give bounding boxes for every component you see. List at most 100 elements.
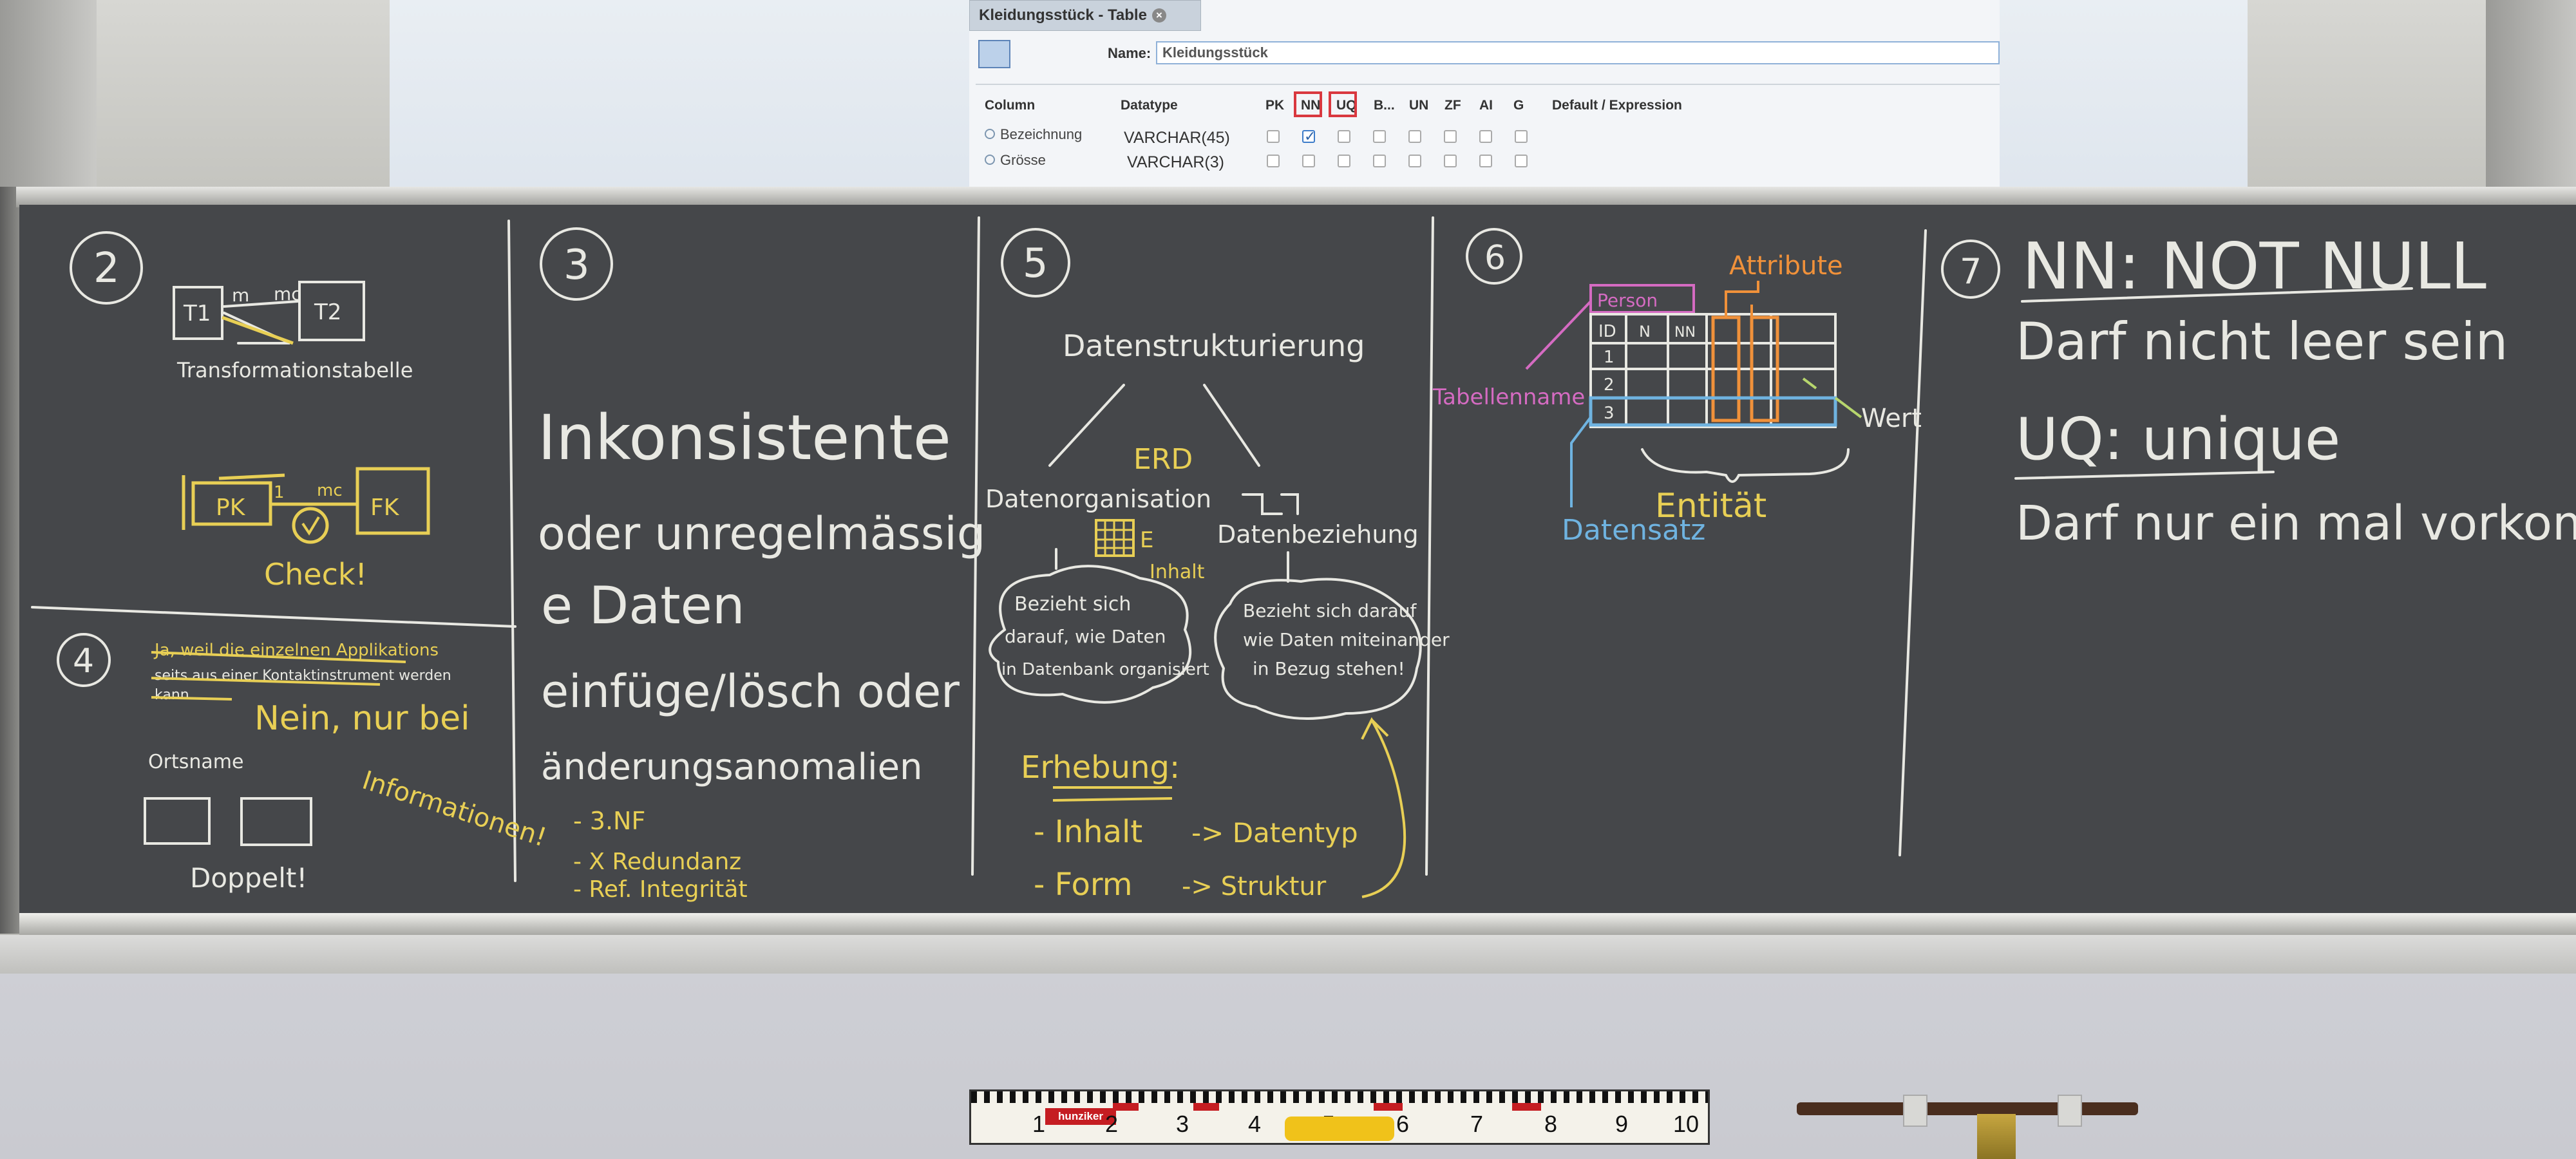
projection-screen: Kleidungsstück - Table × Name: Kleidungs… <box>390 0 2248 187</box>
header-b: B... <box>1374 98 1395 113</box>
underline <box>1052 786 1173 802</box>
person-label: Person <box>1597 290 1658 311</box>
branch-label: Datenbeziehung <box>1217 520 1419 549</box>
close-icon[interactable]: × <box>1151 8 1166 23</box>
tabellenname-label: Tabellenname <box>1432 384 1585 410</box>
erhebung-row: - Form <box>1034 867 1133 903</box>
nn-checkbox[interactable] <box>1302 128 1316 145</box>
answer-text: Informationen! <box>359 766 550 853</box>
note-bullet: - 3.NF <box>573 807 645 835</box>
divider-line <box>31 606 516 628</box>
ruler-mark <box>1113 1103 1139 1111</box>
zf-checkbox[interactable] <box>1444 155 1457 167</box>
check-text: Check! <box>264 557 367 592</box>
wall-frame-left <box>0 0 97 193</box>
struck-text: kann <box>155 687 189 703</box>
header-default: Default / Expression <box>1552 98 1682 113</box>
divider <box>976 84 2000 85</box>
pk-checkbox[interactable] <box>1267 155 1280 167</box>
table-row[interactable]: Grösse <box>985 152 1046 169</box>
uq-checkbox[interactable] <box>1338 130 1350 143</box>
diamond-icon <box>985 155 995 165</box>
b-checkbox[interactable] <box>1373 155 1386 167</box>
ruler-number: 2 <box>1105 1111 1119 1137</box>
header-un: UN <box>1409 98 1429 113</box>
mini-table-cell: 2 <box>1604 375 1615 395</box>
zf-checkbox[interactable] <box>1444 130 1457 143</box>
squeegee[interactable] <box>1797 1102 2138 1115</box>
note-line: änderungsanomalien <box>541 746 923 788</box>
datensatz-label: Datensatz <box>1562 514 1705 547</box>
erhebung-row: - Inhalt <box>1034 814 1142 850</box>
name-input[interactable]: Kleidungsstück <box>1156 41 2000 64</box>
attribute-label: Attribute <box>1729 251 1843 281</box>
ruler-number: 6 <box>1396 1111 1410 1137</box>
branch-label: Datenorganisation <box>985 485 1211 513</box>
g-checkbox[interactable] <box>1515 130 1528 143</box>
divider-line <box>1899 229 1927 856</box>
relation-line <box>222 316 294 345</box>
note-line: Inkonsistente <box>538 402 951 474</box>
squeegee-holder <box>1903 1095 1927 1127</box>
header-ai: AI <box>1479 98 1493 113</box>
cardinality-label: 1 <box>274 483 285 502</box>
mini-table-cell: 1 <box>1604 348 1615 367</box>
table-icon <box>978 40 1010 68</box>
nn-highlight <box>1294 91 1322 117</box>
e-label: E <box>1140 527 1153 553</box>
un-checkbox[interactable] <box>1408 130 1421 143</box>
ruler-mark <box>1512 1103 1541 1111</box>
chalk-drawing: 2 T1 T2 m mc Transformationstabelle PK F… <box>31 216 2576 903</box>
lower-rail <box>0 935 2576 974</box>
projected-table-editor: Kleidungsstück - Table × Name: Kleidungs… <box>969 0 2000 187</box>
fk-label: FK <box>370 495 400 521</box>
entity-brace <box>1641 448 1850 483</box>
ruler-teeth <box>971 1091 1708 1103</box>
uq-highlight <box>1329 91 1357 117</box>
checkmark-icon <box>301 516 320 536</box>
ai-checkbox[interactable] <box>1479 130 1492 143</box>
pk-checkbox[interactable] <box>1267 130 1280 143</box>
header-g: G <box>1513 98 1524 113</box>
squeegee-holder <box>2058 1095 2082 1127</box>
row-datatype: VARCHAR(3) <box>1127 153 1224 171</box>
section-number: 4 <box>73 642 94 681</box>
mini-table-header: NN <box>1674 325 1696 341</box>
erhebung-row: -> Datentyp <box>1191 817 1358 849</box>
note-bullet: - Ref. Integrität <box>573 876 748 903</box>
b-checkbox[interactable] <box>1373 130 1386 143</box>
un-checkbox[interactable] <box>1408 155 1421 167</box>
ruler-mark <box>1374 1103 1403 1111</box>
cardinality-label: mc <box>274 283 301 305</box>
inhalt-label: Inhalt <box>1150 561 1205 583</box>
g-checkbox[interactable] <box>1515 155 1528 167</box>
divider-line <box>1425 216 1434 876</box>
cloud-text: wie Daten miteinander <box>1243 629 1450 650</box>
pointer-line <box>1570 416 1592 507</box>
wall-frame-right <box>2486 0 2576 193</box>
row-column-name: Grösse <box>1000 152 1046 168</box>
t1-label: T1 <box>183 301 211 326</box>
ruler-number: 3 <box>1176 1111 1189 1137</box>
cloud-text: Bezieht sich darauf <box>1243 600 1417 621</box>
check-circle <box>292 507 329 544</box>
header-zf: ZF <box>1444 98 1461 113</box>
ai-checkbox[interactable] <box>1479 155 1492 167</box>
arrow <box>1361 717 1406 898</box>
cloud-text: in Datenbank organisiert <box>1001 660 1209 679</box>
uq-checkbox[interactable] <box>1338 155 1350 167</box>
note-bullet: - X Redundanz <box>573 849 741 875</box>
header-column: Column <box>985 98 1036 113</box>
ruler-number: 10 <box>1673 1111 1700 1137</box>
mini-table-header: N <box>1639 323 1651 341</box>
table-row[interactable]: Bezeichnung <box>985 126 1082 143</box>
entity-box <box>240 797 312 846</box>
editor-tab[interactable]: Kleidungsstück - Table × <box>969 0 1201 31</box>
cardinality-label: mc <box>317 481 343 500</box>
pointer-line <box>1525 300 1592 370</box>
ruler-clip <box>1285 1117 1394 1141</box>
nn-checkbox[interactable] <box>1302 155 1315 167</box>
definition-title: UQ: unique <box>2016 406 2340 473</box>
section-number: 5 <box>1023 240 1048 287</box>
wert-label: Wert <box>1861 404 1922 433</box>
